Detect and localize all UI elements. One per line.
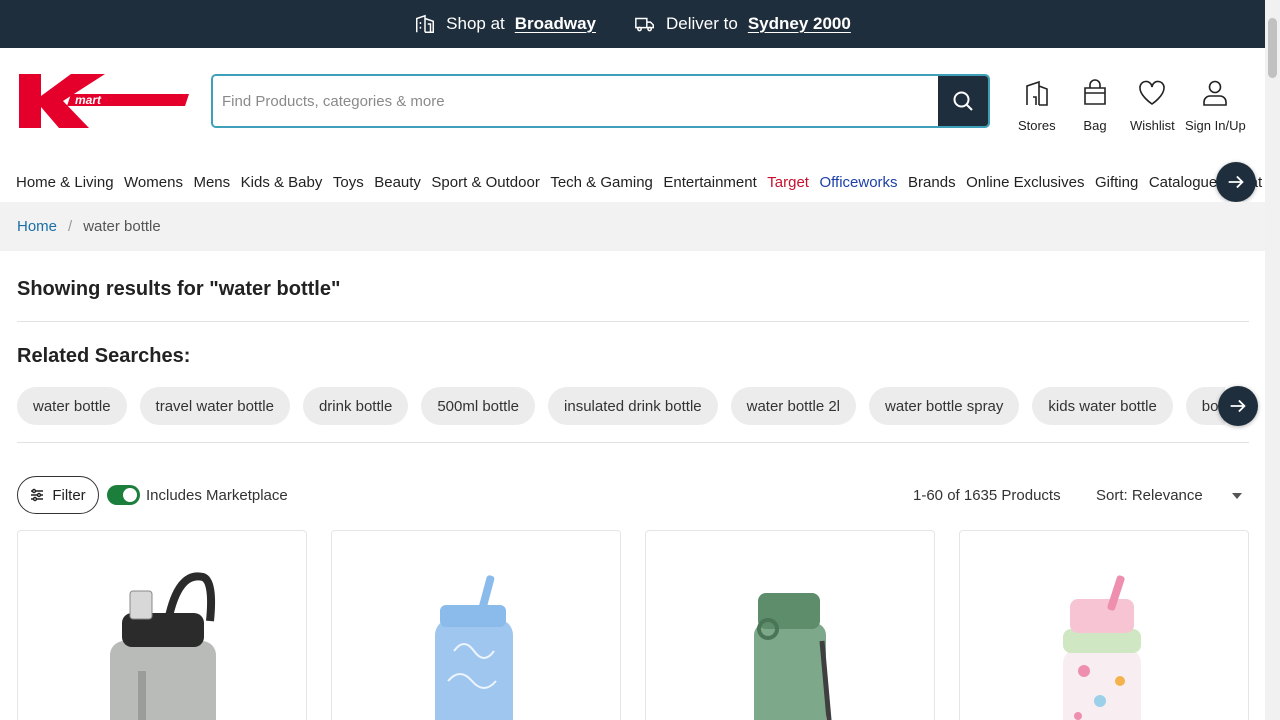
related-searches-list: water bottle travel water bottle drink b…: [17, 387, 1225, 425]
category-nav: Home & Living Womens Mens Kids & Baby To…: [0, 162, 1265, 202]
sliders-icon: [31, 488, 44, 502]
arrow-right-icon: [1230, 399, 1246, 413]
sign-in-button[interactable]: Sign In/Up: [1185, 78, 1246, 133]
wishlist-button[interactable]: Wishlist: [1130, 78, 1175, 133]
nav-mens[interactable]: Mens: [193, 174, 230, 191]
grey-bottle-image: [110, 572, 216, 720]
related-chip[interactable]: drink bottle: [302, 387, 409, 425]
page-title: Showing results for "water bottle": [17, 278, 341, 300]
breadcrumb-current: water bottle: [83, 218, 161, 235]
filter-label: Filter: [52, 486, 86, 504]
product-count: 1-60 of 1635 Products: [913, 487, 1061, 504]
bag-button[interactable]: Bag: [1080, 78, 1110, 133]
related-chip[interactable]: travel water bottle: [139, 387, 290, 425]
location-bar: Shop at Broadway Deliver to Sydney 2000: [0, 0, 1265, 48]
sign-in-label: Sign In/Up: [1185, 118, 1246, 133]
bag-icon: [1084, 79, 1106, 105]
kmart-logo[interactable]: mart: [19, 74, 189, 133]
blue-bottle-image: [435, 575, 513, 720]
sort-dropdown[interactable]: Sort: Relevance: [1096, 487, 1244, 504]
related-chip[interactable]: water bottle 2l: [730, 387, 857, 425]
product-card[interactable]: [959, 530, 1249, 720]
wishlist-label: Wishlist: [1130, 118, 1175, 133]
product-card[interactable]: [331, 530, 621, 720]
page-scrollbar[interactable]: [1265, 0, 1280, 720]
nav-kids-baby[interactable]: Kids & Baby: [241, 174, 323, 191]
related-scroll-right-button[interactable]: [1218, 386, 1258, 426]
nav-scroll-right-button[interactable]: [1216, 162, 1256, 202]
related-chip[interactable]: water bottle spray: [869, 387, 1020, 425]
nav-home-living[interactable]: Home & Living: [16, 174, 114, 191]
shop-at-store[interactable]: Shop at Broadway: [414, 13, 596, 35]
stores-button[interactable]: Stores: [1018, 78, 1056, 133]
sort-label: Sort: Relevance: [1096, 487, 1203, 504]
marketplace-label: Includes Marketplace: [146, 487, 288, 504]
search-button[interactable]: [938, 76, 988, 126]
nav-womens[interactable]: Womens: [124, 174, 183, 191]
breadcrumb-separator: /: [68, 218, 73, 235]
product-card[interactable]: [645, 530, 935, 720]
search-input[interactable]: [213, 76, 938, 126]
scrollbar-thumb[interactable]: [1268, 18, 1277, 78]
deliver-prefix: Deliver to: [666, 14, 738, 33]
store-icon: [416, 14, 435, 33]
toggle-knob: [123, 488, 137, 502]
nav-gifting[interactable]: Gifting: [1095, 174, 1138, 191]
floral-bottle-image: [1063, 575, 1141, 720]
breadcrumb: Home / water bottle: [0, 202, 1265, 251]
store-icon: [1025, 80, 1048, 106]
divider: [17, 321, 1249, 322]
nav-beauty[interactable]: Beauty: [374, 174, 421, 191]
related-chip[interactable]: water bottle: [17, 387, 127, 425]
bag-label: Bag: [1083, 118, 1107, 133]
nav-tech-gaming[interactable]: Tech & Gaming: [550, 174, 653, 191]
breadcrumb-home[interactable]: Home: [17, 218, 57, 235]
chevron-down-icon: [1232, 493, 1242, 499]
stores-label: Stores: [1018, 118, 1056, 133]
kmart-logo-icon: mart: [19, 74, 189, 128]
divider: [17, 442, 1249, 443]
shop-store-link[interactable]: Broadway: [515, 14, 596, 34]
nav-catalogue[interactable]: Catalogue: [1149, 174, 1217, 191]
truck-icon: [635, 17, 654, 32]
shop-prefix: Shop at: [446, 14, 505, 33]
heart-icon: [1139, 80, 1166, 105]
related-chip[interactable]: insulated drink bottle: [548, 387, 718, 425]
nav-target[interactable]: Target: [767, 174, 809, 191]
search-bar: [211, 74, 990, 128]
deliver-location-link[interactable]: Sydney 2000: [748, 14, 851, 34]
user-icon: [1203, 80, 1228, 106]
related-chip[interactable]: kids water bottle: [1032, 387, 1173, 425]
related-chip[interactable]: 500ml bottle: [421, 387, 536, 425]
nav-online-exclusives[interactable]: Online Exclusives: [966, 174, 1084, 191]
nav-sport-outdoor[interactable]: Sport & Outdoor: [431, 174, 539, 191]
search-icon: [953, 91, 973, 111]
logo-wordmark: mart: [75, 93, 102, 107]
green-bottle-image: [754, 593, 832, 720]
nav-officeworks[interactable]: Officeworks: [819, 174, 897, 191]
product-card[interactable]: [17, 530, 307, 720]
nav-brands[interactable]: Brands: [908, 174, 956, 191]
filter-button[interactable]: Filter: [17, 476, 99, 514]
marketplace-toggle[interactable]: [107, 485, 140, 505]
deliver-to[interactable]: Deliver to Sydney 2000: [634, 13, 851, 35]
nav-toys[interactable]: Toys: [333, 174, 364, 191]
arrow-right-icon: [1228, 175, 1244, 189]
related-searches-title: Related Searches:: [17, 345, 191, 367]
nav-entertainment[interactable]: Entertainment: [663, 174, 756, 191]
